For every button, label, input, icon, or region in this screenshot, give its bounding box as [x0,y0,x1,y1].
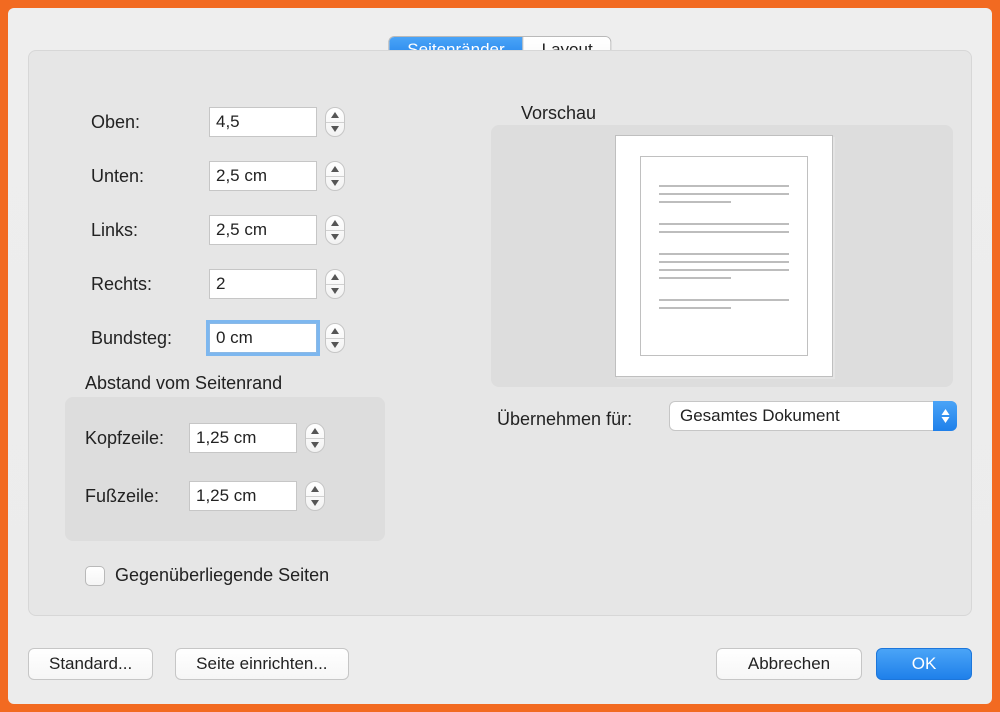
page-setup-button[interactable]: Seite einrichten... [175,648,348,680]
label-bottom-margin: Unten: [91,166,209,187]
popup-arrows-icon [933,401,957,431]
input-footer-distance[interactable]: 1,25 cm [189,481,297,511]
preview-page [615,135,833,377]
chevron-down-icon[interactable] [326,285,344,299]
chevron-up-icon[interactable] [326,270,344,285]
stepper-header-distance[interactable] [305,423,325,453]
stepper-left-margin[interactable] [325,215,345,245]
row-footer-distance: Fußzeile: 1,25 cm [85,481,325,511]
label-gutter-margin: Bundsteg: [91,328,209,349]
preview-title: Vorschau [521,103,596,124]
input-left-margin[interactable]: 2,5 cm [209,215,317,245]
preview-page-inner [640,156,808,356]
label-header-distance: Kopfzeile: [85,428,189,449]
ok-button[interactable]: OK [876,648,972,680]
chevron-down-icon[interactable] [326,177,344,191]
checkbox-facing-pages[interactable] [85,566,105,586]
stepper-right-margin[interactable] [325,269,345,299]
row-left-margin: Links: 2,5 cm [91,215,345,245]
stepper-gutter-margin[interactable] [325,323,345,353]
cancel-button[interactable]: Abbrechen [716,648,862,680]
button-bar: Standard... Seite einrichten... Abbreche… [28,644,972,684]
apply-to-label: Übernehmen für: [497,409,632,430]
row-right-margin: Rechts: 2 [91,269,345,299]
chevron-down-icon[interactable] [326,231,344,245]
input-header-distance[interactable]: 1,25 cm [189,423,297,453]
distance-group-title: Abstand vom Seitenrand [85,373,282,394]
chevron-up-icon[interactable] [326,162,344,177]
preview-box [491,125,953,387]
row-top-margin: Oben: 4,5 [91,107,345,137]
chevron-up-icon[interactable] [306,424,324,439]
chevron-up-icon[interactable] [326,324,344,339]
chevron-down-icon[interactable] [306,497,324,511]
chevron-up-icon[interactable] [326,216,344,231]
label-right-margin: Rechts: [91,274,209,295]
label-footer-distance: Fußzeile: [85,486,189,507]
chevron-down-icon[interactable] [306,439,324,453]
distance-group: Kopfzeile: 1,25 cm Fußzeile: 1,25 cm [65,397,385,541]
apply-to-popup[interactable]: Gesamtes Dokument [669,401,957,431]
stepper-top-margin[interactable] [325,107,345,137]
label-top-margin: Oben: [91,112,209,133]
row-facing-pages[interactable]: Gegenüberliegende Seiten [85,565,329,586]
row-gutter-margin: Bundsteg: 0 cm [91,323,345,353]
stepper-bottom-margin[interactable] [325,161,345,191]
page-setup-dialog: Seitenränder Layout Oben: 4,5 Unten: 2,5… [8,8,992,704]
input-right-margin[interactable]: 2 [209,269,317,299]
chevron-down-icon[interactable] [326,339,344,353]
input-bottom-margin[interactable]: 2,5 cm [209,161,317,191]
margins-panel: Oben: 4,5 Unten: 2,5 cm Links: 2,5 cm [28,50,972,616]
chevron-down-icon[interactable] [326,123,344,137]
input-gutter-margin[interactable]: 0 cm [209,323,317,353]
chevron-up-icon[interactable] [306,482,324,497]
label-facing-pages: Gegenüberliegende Seiten [115,565,329,586]
label-left-margin: Links: [91,220,209,241]
chevron-up-icon[interactable] [326,108,344,123]
row-header-distance: Kopfzeile: 1,25 cm [85,423,325,453]
default-button[interactable]: Standard... [28,648,153,680]
apply-to-value: Gesamtes Dokument [680,406,840,426]
input-top-margin[interactable]: 4,5 [209,107,317,137]
stepper-footer-distance[interactable] [305,481,325,511]
row-bottom-margin: Unten: 2,5 cm [91,161,345,191]
